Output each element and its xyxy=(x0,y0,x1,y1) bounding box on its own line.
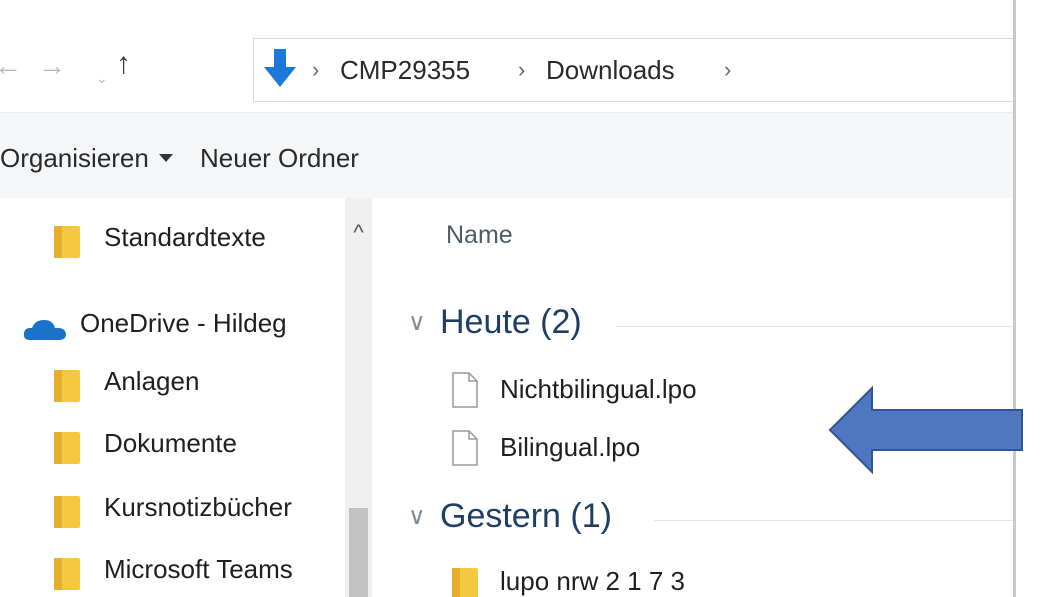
chevron-down-icon: ∨ xyxy=(408,503,426,530)
up-button[interactable]: ↑ xyxy=(116,44,131,84)
folder-icon xyxy=(54,226,80,258)
folder-icon xyxy=(54,496,80,528)
file-name: Bilingual.lpo xyxy=(500,432,641,462)
nav-item-label: OneDrive - Hildeg xyxy=(80,308,287,338)
nav-item-label: Anlagen xyxy=(104,366,200,396)
nav-item-label: Microsoft Teams xyxy=(104,554,293,584)
group-header-today[interactable]: ∨ Heute (2) xyxy=(408,298,1013,348)
nav-item-dokumente[interactable]: Dokumente xyxy=(0,418,345,468)
nav-item-microsoft-teams[interactable]: Microsoft Teams xyxy=(0,544,345,594)
breadcrumb-item-downloads[interactable]: Downloads xyxy=(546,53,675,87)
nav-item-onedrive[interactable]: OneDrive - Hildeg xyxy=(0,298,345,348)
arrow-left-icon: ← xyxy=(0,50,22,81)
breadcrumb-separator: › xyxy=(312,57,320,82)
nav-item-kursnotizbuecher[interactable]: Kursnotizbücher xyxy=(0,482,345,532)
group-title: Heute (2) xyxy=(440,303,582,341)
command-bar: Organisieren Neuer Ordner xyxy=(0,112,1013,200)
file-row-lupo-nrw[interactable]: lupo nrw 2 1 7 3 xyxy=(452,558,972,597)
arrow-up-icon: ↑ xyxy=(116,47,131,80)
file-icon xyxy=(452,430,478,466)
nav-pane-scrollbar[interactable]: ^ xyxy=(345,198,372,597)
back-button[interactable]: ← xyxy=(0,46,22,86)
chevron-up-icon: ^ xyxy=(353,220,364,245)
navigation-pane: Standardtexte OneDrive - Hildeg Anlagen … xyxy=(0,198,372,597)
scroll-up-button[interactable]: ^ xyxy=(345,220,372,246)
nav-item-label: Kursnotizbücher xyxy=(104,492,292,522)
chevron-down-icon: ⌄ xyxy=(96,70,108,86)
breadcrumb-item-cmp29355[interactable]: CMP29355 xyxy=(340,53,470,87)
group-title: Gestern (1) xyxy=(440,497,612,535)
nav-item-anlagen[interactable]: Anlagen xyxy=(0,356,345,406)
folder-icon xyxy=(452,568,478,597)
chevron-down-icon: ∨ xyxy=(408,309,426,336)
address-row: ← → ⌄ ↑ › CMP29355 › Downloads › xyxy=(0,0,1013,112)
group-header-yesterday[interactable]: ∨ Gestern (1) xyxy=(408,492,1013,542)
organize-button[interactable]: Organisieren xyxy=(0,141,173,175)
recent-locations-button[interactable]: ⌄ xyxy=(96,58,108,98)
column-header-name[interactable]: Name xyxy=(446,218,513,252)
organize-label: Organisieren xyxy=(0,143,149,173)
nav-item-standardtexte[interactable]: Standardtexte xyxy=(0,212,345,262)
file-icon xyxy=(452,372,478,408)
file-name: lupo nrw 2 1 7 3 xyxy=(500,566,686,596)
folder-icon xyxy=(54,558,80,590)
file-name: Nichtbilingual.lpo xyxy=(500,374,697,404)
group-divider xyxy=(654,520,1013,521)
scrollbar-thumb[interactable] xyxy=(349,508,368,597)
nav-item-label: Standardtexte xyxy=(104,222,266,252)
downloads-arrow-icon xyxy=(264,49,296,87)
folder-icon xyxy=(54,370,80,402)
annotation-arrow-icon xyxy=(828,385,1023,475)
group-divider xyxy=(616,326,1013,327)
dropdown-arrow-icon xyxy=(158,154,173,163)
new-folder-button[interactable]: Neuer Ordner xyxy=(200,141,359,175)
arrow-right-icon: → xyxy=(38,50,66,81)
breadcrumb-separator: › xyxy=(724,57,732,82)
forward-button[interactable]: → xyxy=(38,46,66,86)
folder-icon xyxy=(54,432,80,464)
nav-item-label: Dokumente xyxy=(104,428,237,458)
file-explorer-window: ← → ⌄ ↑ › CMP29355 › Downloads › Organis… xyxy=(0,0,1016,597)
onedrive-cloud-icon xyxy=(23,320,66,340)
address-bar[interactable]: › CMP29355 › Downloads › xyxy=(253,38,1013,102)
breadcrumb-separator: › xyxy=(518,57,526,82)
